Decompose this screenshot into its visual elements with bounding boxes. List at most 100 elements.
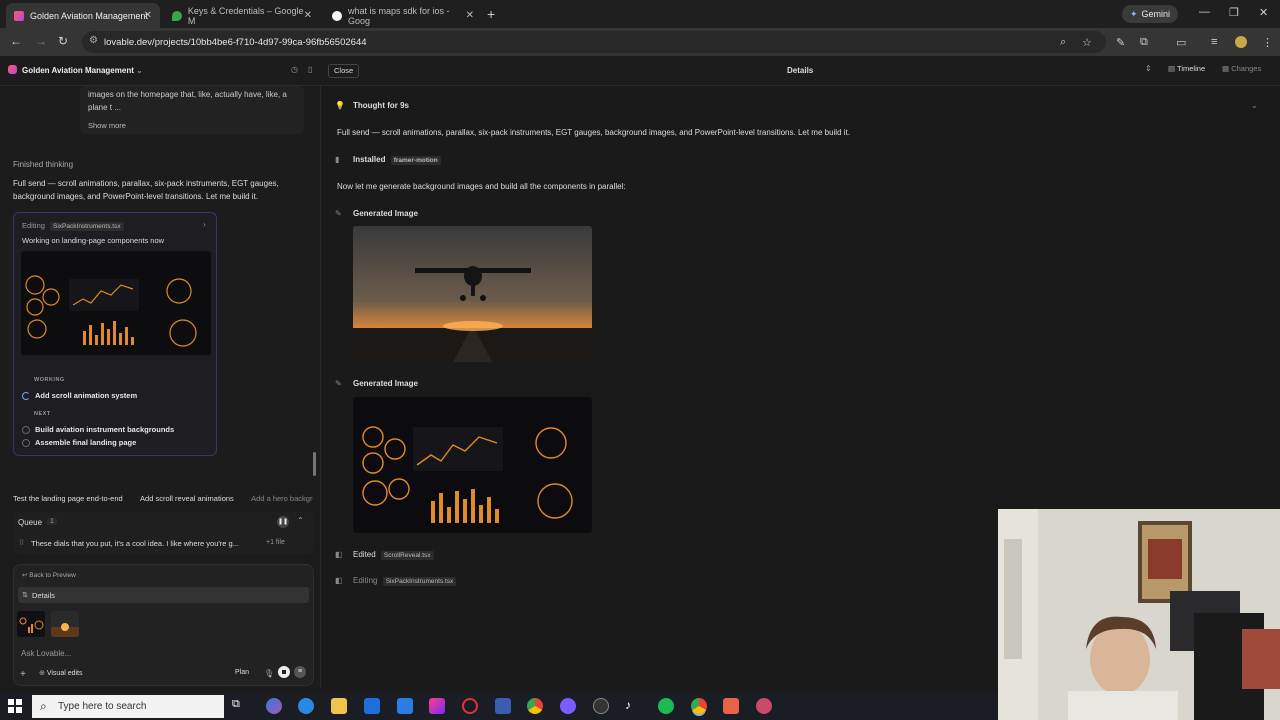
app-icon[interactable] xyxy=(560,698,576,714)
address-toolbar: ← → ↻ ⚙ lovable.dev/projects/10bb4be6-f7… xyxy=(0,28,1280,56)
media-icon[interactable]: ≡ xyxy=(1211,36,1217,48)
restore-icon[interactable]: ❐ xyxy=(1229,6,1239,19)
pencil-icon: ✎ xyxy=(335,379,342,388)
webcam-overlay xyxy=(998,509,1280,720)
tab-golden-aviation[interactable]: Golden Aviation Management ✕ xyxy=(6,3,160,28)
tab-keys-credentials[interactable]: Keys & Credentials – Google M ✕ xyxy=(164,3,320,28)
editing-progress-card[interactable]: Editing SixPackInstruments.tsx › Working… xyxy=(13,212,217,456)
suggestion-chip[interactable]: Add scroll reveal animations xyxy=(140,494,234,503)
thought-text: Full send — scroll animations, parallax,… xyxy=(337,128,850,137)
bookmark-star-icon[interactable]: ☆ xyxy=(1082,36,1092,49)
panel-toggle-icon[interactable]: ▯ xyxy=(308,65,312,74)
edge-icon[interactable] xyxy=(298,698,314,714)
generated-image-label: Generated Image xyxy=(353,209,418,218)
chrome-icon[interactable] xyxy=(527,698,543,714)
menu-kebab-icon[interactable]: ⋮ xyxy=(1262,36,1273,49)
app-icon[interactable] xyxy=(756,698,772,714)
chevron-down-icon[interactable]: ⌄ xyxy=(1251,101,1258,110)
editing-file-chip: SixPackInstruments.tsx xyxy=(50,222,124,231)
pen-icon[interactable]: ✎ xyxy=(1116,36,1125,49)
windows-taskbar: ⌕ Type here to search ⧉ ♪ xyxy=(0,693,998,720)
opera-icon[interactable] xyxy=(462,698,478,714)
close-tab-icon[interactable]: ✕ xyxy=(144,10,152,21)
new-tab-button[interactable]: + xyxy=(487,6,495,22)
lightbulb-icon: 💡 xyxy=(335,101,345,110)
spinner-icon xyxy=(22,391,30,400)
instrument-panel-image xyxy=(21,251,211,355)
changes-label: Changes xyxy=(1231,64,1262,73)
task-view-icon[interactable]: ⧉ xyxy=(232,698,248,714)
details-row[interactable]: ⇅ Details xyxy=(18,587,309,603)
suggestion-chip[interactable]: Add a hero background xyxy=(251,494,313,503)
visual-edits-button[interactable]: ⊕ Visual edits xyxy=(39,669,83,677)
drag-handle-icon[interactable]: ⠿ xyxy=(19,539,24,547)
next-task-label: Assemble final landing page xyxy=(35,438,137,447)
profile-avatar[interactable] xyxy=(1235,36,1247,48)
chevron-right-icon[interactable]: › xyxy=(203,220,206,229)
expand-icon[interactable]: ⇕ xyxy=(1145,64,1152,73)
instrument-dashboard-image xyxy=(353,397,592,533)
plane-sunset-image xyxy=(353,226,592,362)
generated-image-plane[interactable] xyxy=(353,226,592,362)
zoom-icon[interactable]: ⌕ xyxy=(1060,36,1066,49)
store-icon[interactable] xyxy=(397,698,413,714)
site-info-icon[interactable]: ⚙ xyxy=(89,35,98,46)
chat-scrollbar[interactable] xyxy=(313,452,316,476)
minimize-icon[interactable]: — xyxy=(1199,6,1210,18)
collapse-icon[interactable]: ⌃ xyxy=(297,516,304,525)
forward-icon[interactable]: → xyxy=(35,34,47,48)
file-explorer-icon[interactable] xyxy=(331,698,347,714)
reload-icon[interactable]: ↻ xyxy=(58,34,68,48)
back-to-preview-button[interactable]: ↩ Back to Preview xyxy=(22,571,76,579)
pause-icon[interactable]: ❚❚ xyxy=(277,516,289,528)
extensions-icon[interactable]: ⧉ xyxy=(1140,36,1148,49)
suggestion-chip[interactable]: Test the landing page end-to-end xyxy=(13,494,123,503)
changes-tab[interactable]: ▦ Changes xyxy=(1222,64,1261,73)
queue-icon[interactable]: ≡ xyxy=(294,666,306,678)
sidebar-icon[interactable]: ▭ xyxy=(1176,36,1186,49)
spotify-icon[interactable] xyxy=(658,698,674,714)
tiktok-icon[interactable]: ♪ xyxy=(625,698,641,714)
close-tab-icon[interactable]: ✕ xyxy=(304,10,312,21)
gemini-button[interactable]: ✦ Gemini xyxy=(1122,5,1179,23)
close-button[interactable]: Close xyxy=(328,64,360,78)
show-more-button[interactable]: Show more xyxy=(88,121,126,130)
taskbar-search[interactable]: ⌕ Type here to search xyxy=(32,695,224,718)
tab-maps-sdk-search[interactable]: what is maps sdk for ios - Goog ✕ xyxy=(324,3,482,28)
details-icon: ⇅ xyxy=(22,592,28,599)
timeline-tab[interactable]: ▤ Timeline xyxy=(1168,64,1205,73)
queue-title: Queue xyxy=(18,518,43,527)
plan-button[interactable]: Plan xyxy=(235,669,249,676)
add-icon[interactable]: + xyxy=(20,669,26,680)
chrome-active-icon[interactable] xyxy=(691,698,707,714)
url-bar[interactable]: ⚙ lovable.dev/projects/10bb4be6-f710-4d9… xyxy=(82,31,1106,53)
mail-icon[interactable] xyxy=(364,698,380,714)
chevron-down-icon: ⌄ xyxy=(136,66,143,75)
finished-thinking-label[interactable]: Finished thinking xyxy=(13,160,73,169)
back-icon[interactable]: ← xyxy=(10,34,22,48)
lovable-favicon-icon xyxy=(14,10,24,21)
edited-row[interactable]: Edited ScrollReveal.tsx xyxy=(353,550,434,560)
close-window-icon[interactable]: ✕ xyxy=(1259,6,1268,19)
thought-label[interactable]: Thought for 9s xyxy=(353,101,409,110)
windows-start-icon[interactable] xyxy=(8,699,22,713)
edited-file-chip: ScrollReveal.tsx xyxy=(380,551,434,560)
app-header: Golden Aviation Management ⌄ ◷ ▯ Close D… xyxy=(0,56,1280,86)
editing-row[interactable]: Editing SixPackInstruments.tsx xyxy=(353,576,457,586)
chat-input[interactable]: Ask Lovable... xyxy=(21,649,71,658)
microphone-icon[interactable]: 🎙 xyxy=(264,669,274,678)
app-icon[interactable] xyxy=(593,698,609,714)
history-icon[interactable]: ◷ xyxy=(291,65,298,74)
stop-icon[interactable] xyxy=(278,666,290,678)
attachment-thumbnail[interactable] xyxy=(51,611,79,637)
attachment-thumbnail[interactable] xyxy=(17,611,45,637)
app-icon[interactable] xyxy=(495,698,511,714)
queued-message[interactable]: These dials that you put, it's a cool id… xyxy=(31,539,239,548)
app-icon[interactable] xyxy=(723,698,739,714)
close-tab-icon[interactable]: ✕ xyxy=(466,10,474,21)
generated-image-dashboard[interactable] xyxy=(353,397,592,533)
app-icon[interactable] xyxy=(429,698,445,714)
project-name[interactable]: Golden Aviation Management ⌄ xyxy=(22,66,143,75)
copilot-icon[interactable] xyxy=(266,698,282,714)
project-name-text: Golden Aviation Management xyxy=(22,66,134,75)
